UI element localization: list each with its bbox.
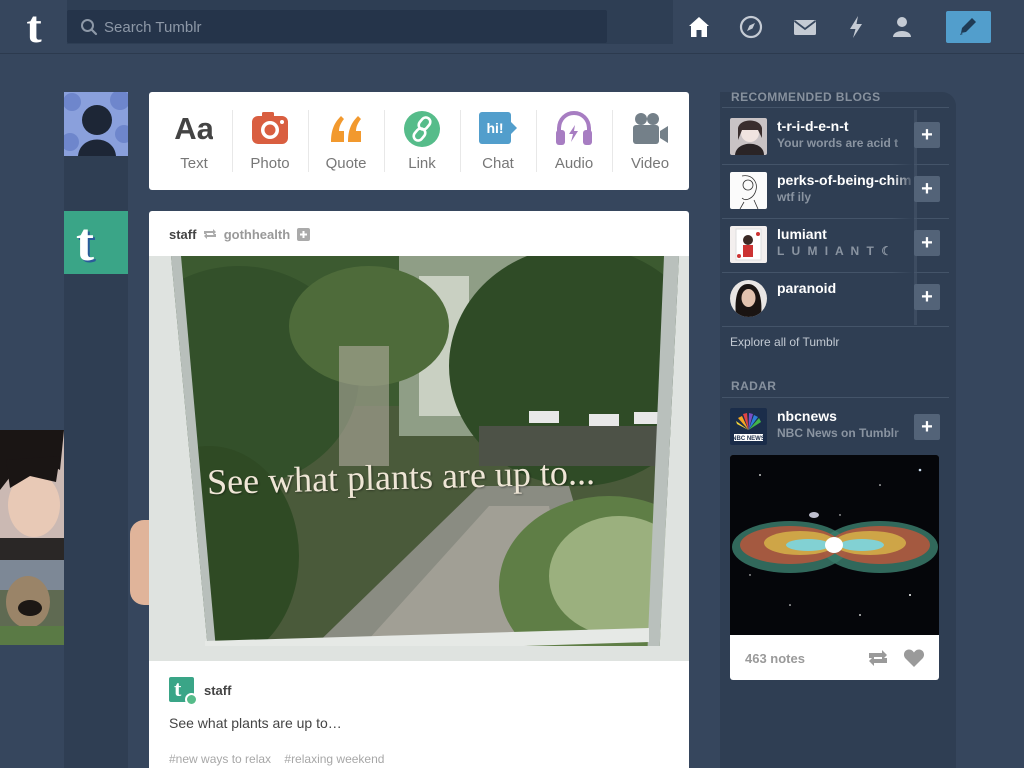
svg-text:Aa: Aa (175, 111, 213, 146)
nbc-peacock-logo-icon: NBC NEWS (730, 408, 767, 445)
post-type-text-label: Text (180, 155, 208, 172)
radar-post-image[interactable] (730, 455, 939, 635)
follow-plus-icon[interactable] (296, 228, 310, 241)
camera-icon (252, 112, 288, 144)
peek-photo-animal (0, 560, 64, 645)
user-avatar-image (64, 92, 128, 156)
follow-button[interactable]: + (914, 230, 940, 256)
explore-compass-icon[interactable] (738, 14, 764, 40)
reblog-badge-icon (185, 693, 198, 706)
text-icon: Aa (175, 111, 213, 146)
recommended-blog[interactable]: lumiant L U M I A N T ☾ + (722, 218, 949, 272)
like-heart-icon[interactable] (903, 648, 925, 668)
post-header: staff gothhealth (169, 227, 310, 242)
follow-button[interactable]: + (914, 176, 940, 202)
explore-all-link[interactable]: Explore all of Tumblr (730, 335, 839, 349)
recommended-blog[interactable]: paranoid + (722, 272, 949, 326)
search-input[interactable] (104, 14, 584, 40)
post-type-link[interactable]: Link (384, 92, 460, 190)
post-type-chat-label: Chat (482, 155, 514, 172)
staff-avatar-letter: t (76, 212, 94, 272)
user-avatar[interactable] (64, 92, 128, 156)
tumblr-logo[interactable]: t (14, 4, 54, 50)
video-camera-icon (633, 113, 668, 144)
search-icon (81, 19, 98, 36)
quote-icon (331, 116, 361, 142)
follow-button[interactable]: + (914, 284, 940, 310)
post-type-video-label: Video (630, 155, 670, 172)
post-type-audio-label: Audio (554, 155, 594, 172)
reblog-icon[interactable] (867, 648, 889, 668)
recommended-blogs-heading: RECOMMENDED BLOGS (731, 90, 881, 104)
svg-text:hi!: hi! (486, 120, 503, 136)
peek-photo-person (0, 430, 64, 560)
notes-count[interactable]: 463 notes (745, 651, 805, 666)
post-type-audio[interactable]: Audio (536, 92, 612, 190)
inbox-mail-icon[interactable] (792, 14, 818, 40)
radar-post: 463 notes (730, 455, 939, 680)
recommended-blog[interactable]: t-r-i-d-e-n-t Your words are acid t + (722, 110, 949, 164)
nebula-photo (730, 455, 939, 635)
home-icon[interactable] (686, 14, 712, 40)
post-author-avatar-letter: t (174, 676, 182, 701)
chat-bubble-icon: hi! (479, 112, 517, 144)
top-navigation-bar: t (0, 0, 1024, 54)
post-tag[interactable]: #relaxing weekend (284, 752, 384, 766)
blog-avatar (730, 280, 767, 317)
blog-avatar (730, 226, 767, 263)
post-tag[interactable]: #new ways to relax (169, 752, 271, 766)
activity-lightning-icon[interactable] (843, 14, 869, 40)
post-type-link-label: Link (408, 155, 436, 172)
staff-avatar[interactable]: t (64, 211, 128, 274)
link-icon (404, 111, 440, 147)
avatar-rail (64, 92, 128, 768)
dashboard-post: staff gothhealth See what plants are up … (149, 211, 689, 768)
peek-arm (130, 520, 150, 605)
compose-pencil-icon (960, 18, 976, 35)
radar-heading: RADAR (731, 379, 777, 393)
post-composer: Aa Text Photo Quote Link hi! Chat Audio … (149, 92, 689, 190)
post-type-quote-label: Quote (325, 155, 367, 172)
headphones-icon (556, 110, 592, 145)
svg-text:NBC NEWS: NBC NEWS (732, 436, 765, 442)
post-type-text[interactable]: Aa Text (156, 92, 232, 190)
reblogged-from-link[interactable]: gothhealth (224, 227, 290, 242)
radar-blog[interactable]: NBC NEWS nbcnews NBC News on Tumblr + (722, 400, 949, 454)
blog-avatar (730, 118, 767, 155)
compose-button[interactable] (946, 11, 991, 43)
post-tags: #new ways to relax #relaxing weekend (169, 752, 394, 766)
post-footer-author[interactable]: staff (204, 683, 231, 698)
post-body-text: See what plants are up to… (169, 715, 342, 731)
post-type-chat[interactable]: hi! Chat (460, 92, 536, 190)
follow-button[interactable]: + (914, 414, 940, 440)
post-photo[interactable]: See what plants are up to... (149, 256, 689, 661)
post-type-video[interactable]: Video (612, 92, 688, 190)
blog-avatar (730, 172, 767, 209)
follow-button[interactable]: + (914, 122, 940, 148)
recommended-blog[interactable]: perks-of-being-chim wtf ily + (722, 164, 949, 218)
post-type-quote[interactable]: Quote (308, 92, 384, 190)
post-author-link[interactable]: staff (169, 227, 196, 242)
post-type-photo-label: Photo (250, 155, 290, 172)
reblog-icon (204, 229, 217, 239)
post-type-photo[interactable]: Photo (232, 92, 308, 190)
account-person-icon[interactable] (889, 14, 915, 40)
